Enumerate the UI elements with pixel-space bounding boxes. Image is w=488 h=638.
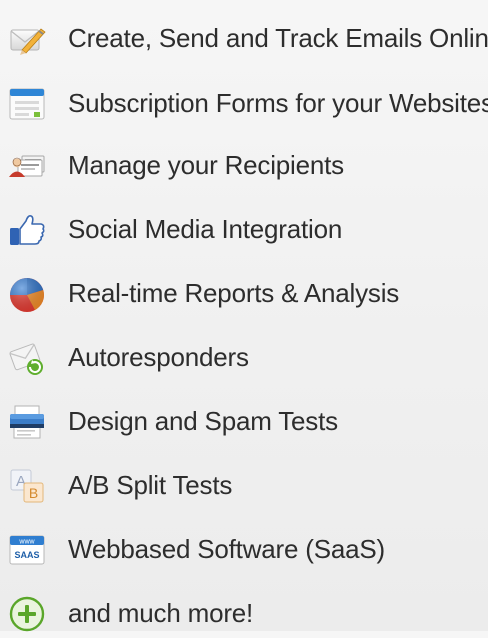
feature-list: Create, Send and Track Emails Online Sub… (0, 0, 488, 633)
recipients-icon (8, 147, 46, 185)
envelope-pencil-icon (8, 20, 46, 58)
web-form-icon (8, 85, 46, 123)
feature-label: Design and Spam Tests (68, 406, 338, 436)
printer-icon (8, 403, 46, 441)
feature-label: A/B Split Tests (68, 470, 233, 500)
feature-item-ab-split-tests: A B A/B Split Tests (0, 460, 488, 510)
saas-www-text: www (18, 539, 35, 546)
feature-label: Real-time Reports & Analysis (68, 278, 400, 308)
ab-test-icon: A B (8, 467, 46, 505)
thumbs-up-icon (8, 211, 46, 249)
autoresponder-envelope-icon (8, 339, 46, 377)
feature-label: Autoresponders (68, 342, 249, 372)
feature-label: Webbased Software (SaaS) (68, 534, 386, 564)
feature-label: Manage your Recipients (68, 150, 344, 180)
feature-label: Create, Send and Track Emails Online (68, 23, 488, 53)
feature-item-create-send-track: Create, Send and Track Emails Online (0, 13, 488, 63)
feature-label: and much more! (68, 598, 254, 628)
saas-label-text: SAAS (14, 550, 39, 560)
feature-item-saas: www SAAS Webbased Software (SaaS) (0, 524, 488, 574)
feature-item-reports: Real-time Reports & Analysis (0, 268, 488, 318)
ab-letter-b: B (29, 485, 38, 501)
saas-icon: www SAAS (8, 531, 46, 569)
feature-item-subscription-forms: Subscription Forms for your Websites (0, 78, 488, 128)
feature-item-manage-recipients: Manage your Recipients (0, 140, 488, 190)
pie-chart-icon (8, 275, 46, 313)
feature-label: Subscription Forms for your Websites (68, 88, 488, 118)
plus-circle-icon (8, 595, 46, 633)
feature-item-autoresponders: Autoresponders (0, 332, 488, 382)
feature-item-social-media: Social Media Integration (0, 204, 488, 254)
feature-label: Social Media Integration (68, 214, 343, 244)
feature-item-design-spam-tests: Design and Spam Tests (0, 396, 488, 446)
